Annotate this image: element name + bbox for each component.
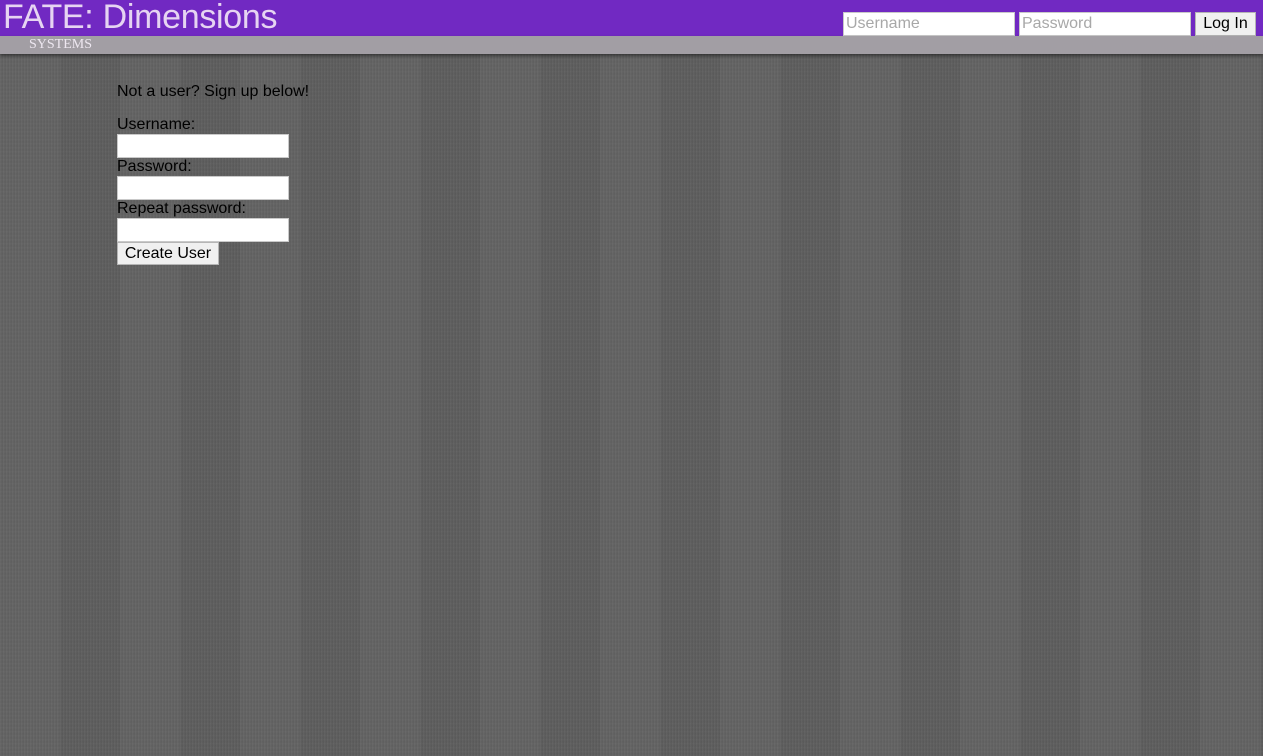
site-title: FATE: Dimensions bbox=[3, 0, 278, 36]
signup-repeat-password-input[interactable] bbox=[117, 218, 289, 242]
password-label: Password: bbox=[117, 158, 192, 175]
nav-bar: SYSTEMS bbox=[0, 36, 1263, 54]
top-header-bar: FATE: Dimensions Log In bbox=[0, 0, 1263, 36]
login-password-input[interactable] bbox=[1019, 12, 1191, 36]
signup-username-input[interactable] bbox=[117, 134, 289, 158]
signup-password-input[interactable] bbox=[117, 176, 289, 200]
username-label: Username: bbox=[117, 116, 196, 133]
signup-form: Username: Password: Repeat password: Cre… bbox=[117, 116, 317, 265]
nav-item-systems[interactable]: SYSTEMS bbox=[29, 37, 92, 53]
create-user-button[interactable]: Create User bbox=[117, 242, 219, 265]
signup-intro-text: Not a user? Sign up below! bbox=[117, 83, 310, 100]
repeat-password-label: Repeat password: bbox=[117, 200, 246, 217]
login-username-input[interactable] bbox=[843, 12, 1015, 36]
login-button[interactable]: Log In bbox=[1195, 12, 1256, 36]
